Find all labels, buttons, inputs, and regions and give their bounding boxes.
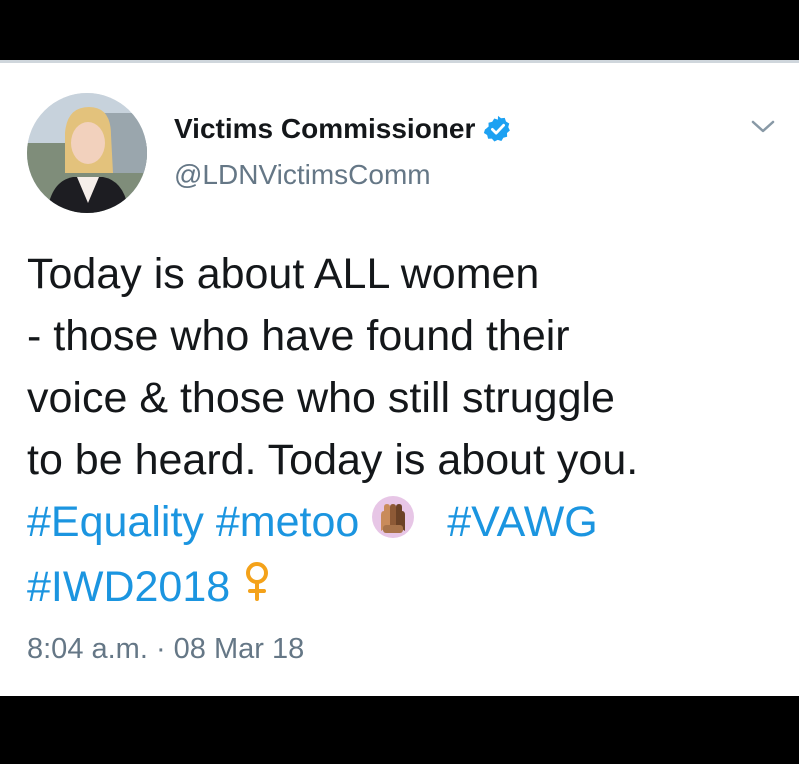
hashtag-line: #Equality #metoo #VAWG	[27, 491, 777, 556]
tweet-timestamp[interactable]: 8:04 a.m. · 08 Mar 18	[27, 633, 304, 666]
hashtag-metoo[interactable]: #metoo	[216, 498, 359, 546]
bottom-black-bar	[0, 696, 799, 764]
hashtag-equality[interactable]: #Equality	[27, 498, 204, 546]
tweet-text-line: Today is about ALL women	[27, 250, 540, 298]
hashtag-vawg[interactable]: #VAWG	[447, 498, 598, 546]
author-name-row: Victims Commissioner	[174, 111, 513, 147]
female-sign-icon	[242, 558, 272, 620]
tweet-text-line: - those who have found their	[27, 312, 570, 360]
author-name[interactable]: Victims Commissioner	[174, 113, 475, 145]
tweet-text: Today is about ALL women - those who hav…	[27, 243, 777, 620]
chevron-down-icon[interactable]	[748, 115, 778, 139]
tweet-card: Victims Commissioner @LDNVictimsComm Tod…	[0, 60, 799, 696]
hashtag-iwd2018[interactable]: #IWD2018	[27, 563, 230, 611]
avatar-image	[27, 93, 147, 213]
verified-badge-icon	[483, 114, 513, 144]
raised-hands-icon	[371, 494, 415, 556]
tweet-text-line: voice & those who still struggle	[27, 374, 615, 422]
avatar[interactable]	[27, 93, 147, 213]
author-handle[interactable]: @LDNVictimsComm	[174, 159, 431, 191]
hashtag-line: #IWD2018	[27, 556, 777, 621]
top-black-bar	[0, 0, 799, 60]
tweet-text-line: to be heard. Today is about you.	[27, 436, 639, 484]
